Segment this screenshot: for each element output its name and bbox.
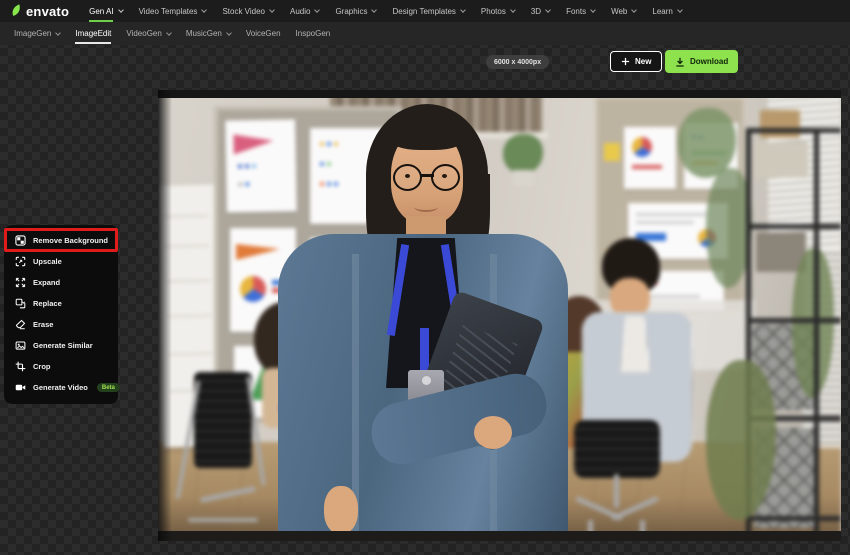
tool-replace[interactable]: Replace [4,293,118,314]
nav-fonts[interactable]: Fonts [566,0,596,22]
chevron-down-icon [460,7,466,13]
envato-logo-text: envato [26,3,70,19]
subnav-imageedit[interactable]: ImageEdit [75,22,112,45]
photo-subject-eye [405,174,410,178]
nav-photos[interactable]: Photos [481,0,516,22]
gen-ai-subnav: ImageGen ImageEdit VideoGen MusicGen Voi… [0,22,850,45]
photo-plant [792,248,834,398]
plus-icon [621,57,630,66]
replace-icon [15,298,26,309]
subnav-voicegen[interactable]: VoiceGen [246,22,281,45]
nav-web[interactable]: Web [611,0,638,22]
photo-cardboard-box [760,110,800,138]
subnav-imagegen[interactable]: ImageGen [14,22,62,45]
envato-leaf-icon [12,4,20,16]
top-nav-items: Gen AI Video Templates Stock Video Audio… [89,0,683,22]
chevron-down-icon [590,7,596,13]
download-button[interactable]: Download [665,50,739,73]
remove-background-icon [15,235,26,246]
chevron-down-icon [165,29,172,36]
subnav-inspogen[interactable]: InspoGen [296,22,331,45]
tool-crop[interactable]: Crop [4,356,118,377]
photo-subject-hand [324,486,358,534]
tool-upscale[interactable]: Upscale [4,251,118,272]
expand-icon [15,277,26,288]
chevron-down-icon [631,7,638,13]
crop-icon [15,361,26,372]
photo-top-edge [158,90,841,98]
tool-generate-similar[interactable]: Generate Similar [4,335,118,356]
tool-expand[interactable]: Expand [4,272,118,293]
nav-audio[interactable]: Audio [290,0,321,22]
nav-learn[interactable]: Learn [652,0,683,22]
new-button[interactable]: New [610,51,663,72]
chevron-down-icon [117,7,124,13]
page: { "brand": { "name": "envato" }, "top_na… [0,0,850,555]
photo-subject-fringe [388,120,466,150]
nav-video-templates[interactable]: Video Templates [139,0,208,22]
nav-gen-ai[interactable]: Gen AI [89,0,124,22]
photo-subject-smile [414,202,438,212]
chevron-down-icon [269,7,275,13]
tool-erase[interactable]: Erase [4,314,118,335]
chevron-down-icon [677,7,683,13]
nav-design-templates[interactable]: Design Templates [392,0,466,22]
photo-chair-left [175,372,272,540]
nav-stock-video[interactable]: Stock Video [222,0,275,22]
photo-left-shadow [158,90,172,541]
chevron-down-icon [201,7,208,13]
generate-video-icon [15,384,26,391]
nav-graphics[interactable]: Graphics [335,0,378,22]
nav-3d[interactable]: 3D [531,0,551,22]
beta-badge: Beta [96,383,120,392]
photo-subject-hand [474,416,512,449]
image-size-badge: 6000 x 4000px [486,55,550,69]
chevron-down-icon [371,7,378,13]
erase-icon [16,319,26,330]
tool-generate-video[interactable]: Generate Video Beta [4,377,120,398]
chevron-down-icon [509,7,516,13]
tool-remove-background[interactable]: Remove Background [4,230,118,251]
upscale-icon [15,256,26,267]
photo-box [754,142,808,178]
photo-subject-glasses-bridge [420,174,434,177]
subnav-videogen[interactable]: VideoGen [126,22,172,45]
chevron-down-icon [55,29,62,36]
chevron-down-icon [314,7,321,13]
envato-logo[interactable]: envato [10,4,69,19]
chevron-down-icon [226,29,232,36]
subnav-musicgen[interactable]: MusicGen [186,22,232,45]
photo-subject-eye [442,174,447,178]
generate-similar-icon [15,341,26,350]
canvas-image[interactable] [158,90,841,541]
chevron-down-icon [545,7,551,13]
photo-bottom-edge [158,531,841,541]
edit-tools-panel: Remove Background Upscale Expand Replace… [4,225,120,404]
download-icon [676,57,684,67]
top-navbar: envato Gen AI Video Templates Stock Vide… [0,0,850,22]
photo-main-subject [278,104,568,541]
photo-subject-id-badge-clip [422,376,431,385]
